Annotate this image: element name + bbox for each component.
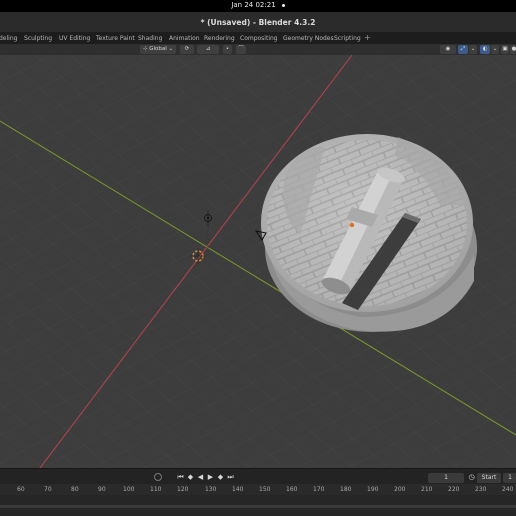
window-title-bar: * (Unsaved) - Blender 4.3.2 (0, 12, 516, 32)
workspace-tabs: deling Sculpting UV Editing Texture Pain… (0, 32, 516, 44)
timeline-scrollbar[interactable] (0, 505, 516, 508)
tab-texture-paint[interactable]: Texture Paint (96, 35, 135, 42)
visibility-dropdown[interactable]: ◉ (440, 45, 456, 54)
viewport-header: ⊹ Global ⌄ ⟳ ⊿ • ⌒ ◉ ⤢ ⌄ ◐ ⌄ ▣ ● (0, 44, 516, 55)
tab-rendering[interactable]: Rendering (204, 35, 235, 42)
tab-uv-editing[interactable]: UV Editing (59, 35, 90, 42)
ruler-tick: 180 (340, 486, 352, 493)
tab-sculpting[interactable]: Sculpting (24, 35, 52, 42)
proportional-dot-icon: • (225, 46, 230, 52)
play-icon[interactable]: ▶ (206, 473, 215, 482)
visibility-icon: ◉ (445, 46, 451, 52)
keyframe-next-icon[interactable]: ◆ (216, 473, 225, 482)
clock-text: Jan 24 02:21 (231, 1, 276, 9)
ruler-tick: 100 (123, 486, 135, 493)
notification-dot-icon (281, 3, 285, 7)
tab-modeling[interactable]: deling (0, 35, 17, 42)
ruler-tick: 200 (394, 486, 406, 493)
tab-geometry-nodes[interactable]: Geometry Nodes (283, 35, 334, 42)
gizmo-dropdown[interactable]: ⌄ (469, 45, 477, 54)
tab-scripting[interactable]: Scripting (334, 35, 361, 42)
orientation-axes-icon: ⊹ (142, 46, 148, 52)
ruler-tick: 190 (367, 486, 379, 493)
overlay-toggle[interactable]: ◐ (480, 45, 490, 54)
solid-shading-icon: ● (511, 46, 516, 52)
timeline-track-area[interactable] (0, 495, 516, 516)
overlay-dropdown[interactable]: ⌄ (491, 45, 499, 54)
ruler-tick: 110 (150, 486, 162, 493)
proportional-editing-toggle[interactable]: • (223, 45, 232, 54)
play-reverse-icon[interactable]: ◀ (196, 473, 205, 482)
add-workspace-plus-icon[interactable]: + (364, 33, 371, 42)
xray-toggle[interactable]: ▣ (501, 45, 509, 54)
ruler-tick: 160 (286, 486, 298, 493)
pivot-point-dropdown[interactable]: ⟳ (180, 45, 194, 54)
pivot-icon: ⟳ (184, 46, 190, 52)
window-title: * (Unsaved) - Blender 4.3.2 (200, 18, 316, 27)
start-frame-label[interactable]: Start (477, 473, 501, 483)
jump-start-icon[interactable]: ⏮ (176, 473, 185, 482)
snapping-dropdown[interactable]: ⊿ (197, 45, 219, 54)
start-frame-field[interactable]: 1 (503, 473, 516, 483)
falloff-curve-icon: ⌒ (238, 46, 244, 52)
xray-icon: ▣ (502, 46, 508, 52)
stopwatch-icon[interactable]: ◷ (467, 473, 476, 482)
ruler-tick: 130 (205, 486, 217, 493)
ruler-tick: 150 (259, 486, 271, 493)
ruler-tick: 230 (475, 486, 487, 493)
ruler-tick: 90 (98, 486, 106, 493)
viewport-canvas (0, 55, 516, 468)
gizmo-toggle[interactable]: ⤢ (458, 45, 468, 54)
ruler-tick: 210 (421, 486, 433, 493)
playback-controls: ⏮ ◆ ◀ ▶ ◆ ⏭ 1 ◷ Start 1 (0, 471, 516, 484)
system-top-bar: Jan 24 02:21 (0, 0, 516, 12)
proportional-falloff-dropdown[interactable]: ⌒ (236, 45, 246, 54)
timeline-editor: ⏮ ◆ ◀ ▶ ◆ ⏭ 1 ◷ Start 1 60 70 80 90 100 … (0, 468, 516, 516)
system-clock[interactable]: Jan 24 02:21 (0, 1, 516, 9)
ruler-tick: 80 (71, 486, 79, 493)
tab-shading[interactable]: Shading (138, 35, 162, 42)
transform-orientation-label: Global (149, 46, 167, 52)
ruler-tick: 170 (313, 486, 325, 493)
ruler-tick: 140 (232, 486, 244, 493)
transform-orientation-dropdown[interactable]: ⊹ Global ⌄ (140, 45, 176, 54)
ruler-tick: 70 (44, 486, 52, 493)
ruler-tick: 60 (17, 486, 25, 493)
chevron-down-icon: ⌄ (168, 46, 174, 52)
ruler-tick: 120 (177, 486, 189, 493)
tab-compositing[interactable]: Compositing (240, 35, 278, 42)
ruler-tick: 220 (448, 486, 460, 493)
chevron-down-icon: ⌄ (470, 46, 476, 52)
jump-end-icon[interactable]: ⏭ (226, 473, 235, 482)
active-object-origin (349, 222, 355, 228)
3d-viewport[interactable] (0, 55, 516, 468)
overlay-icon: ◐ (482, 46, 488, 52)
ruler-tick: 240 (502, 486, 514, 493)
sculpted-base-object[interactable] (261, 134, 477, 332)
record-keyframe-icon[interactable] (154, 473, 162, 481)
current-frame-field[interactable]: 1 (428, 473, 464, 483)
snap-magnet-icon: ⊿ (205, 46, 211, 52)
keyframe-prev-icon[interactable]: ◆ (186, 473, 195, 482)
chevron-down-icon: ⌄ (492, 46, 498, 52)
shading-solid-button[interactable]: ● (510, 45, 516, 54)
tab-animation[interactable]: Animation (169, 35, 200, 42)
frame-ruler[interactable]: 60 70 80 90 100 110 120 130 140 150 160 … (0, 484, 516, 495)
gizmo-icon: ⤢ (460, 46, 466, 52)
